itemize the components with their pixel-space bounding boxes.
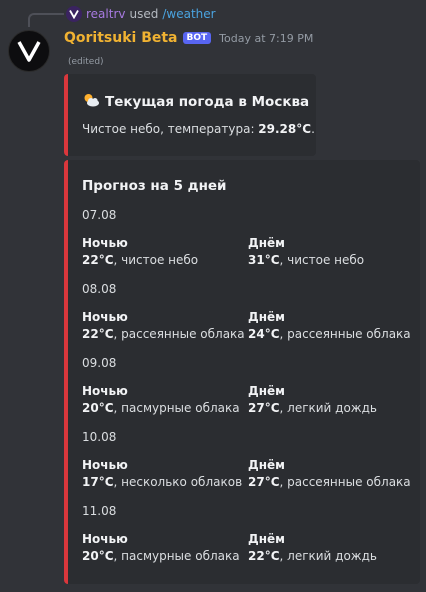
reply-user-avatar[interactable] bbox=[66, 6, 82, 22]
night-temp: 20°C bbox=[82, 549, 114, 563]
forecast-date: 09.08 bbox=[82, 356, 117, 370]
forecast-date: 08.08 bbox=[82, 282, 117, 296]
night-field: Ночью 17°C, несколько облаков bbox=[82, 458, 242, 489]
night-label: Ночью bbox=[82, 236, 128, 250]
night-desc: , чистое небо bbox=[113, 253, 199, 267]
night-label: Ночью bbox=[82, 384, 128, 398]
day-desc: , рассеянные облака bbox=[279, 475, 411, 489]
current-desc-suffix: . bbox=[311, 122, 315, 136]
day-temp: 24°C bbox=[248, 327, 280, 341]
current-temperature: 29.28°C bbox=[258, 122, 312, 136]
day-label: Днём bbox=[248, 532, 285, 546]
night-value: 22°C, чистое небо bbox=[82, 253, 198, 267]
night-desc: , пасмурные облака bbox=[113, 549, 240, 563]
current-weather-description: Чистое небо, температура: 29.28°C. bbox=[82, 122, 315, 136]
night-label: Ночью bbox=[82, 458, 128, 472]
night-desc: , несколько облаков bbox=[113, 475, 243, 489]
day-label: Днём bbox=[248, 458, 285, 472]
night-field: Ночью 22°C, рассеянные облака bbox=[82, 310, 245, 341]
reply-command[interactable]: /weather bbox=[162, 7, 215, 21]
message-header: Qoritsuki Beta BOT Today at 7:19 PM bbox=[64, 30, 313, 46]
day-temp: 27°C bbox=[248, 475, 280, 489]
day-value: 22°C, легкий дождь bbox=[248, 549, 377, 563]
day-field: Днём 22°C, легкий дождь bbox=[248, 532, 377, 563]
forecast-date: 10.08 bbox=[82, 430, 117, 444]
author-name[interactable]: Qoritsuki Beta bbox=[64, 30, 178, 46]
day-desc: , легкий дождь bbox=[279, 549, 377, 563]
night-desc: , пасмурные облака bbox=[113, 401, 240, 415]
forecast-embed: Прогноз на 5 дней 07.08 Ночью 22°C, чист… bbox=[64, 160, 420, 584]
day-temp: 31°C bbox=[248, 253, 280, 267]
night-temp: 22°C bbox=[82, 327, 114, 341]
current-weather-title: Текущая погода в Москва bbox=[82, 92, 309, 112]
current-weather-embed: Текущая погода в Москва Чистое небо, тем… bbox=[64, 74, 316, 156]
forecast-title: Прогноз на 5 дней bbox=[82, 178, 227, 194]
day-desc: , легкий дождь bbox=[279, 401, 377, 415]
night-desc: , рассеянные облака bbox=[113, 327, 245, 341]
reply-context[interactable]: realtrv used /weather bbox=[66, 6, 216, 22]
forecast-date: 11.08 bbox=[82, 504, 117, 518]
reply-connector bbox=[28, 13, 64, 27]
day-desc: , чистое небо bbox=[279, 253, 365, 267]
day-temp: 27°C bbox=[248, 401, 280, 415]
forecast-date: 07.08 bbox=[82, 208, 117, 222]
day-value: 31°C, чистое небо bbox=[248, 253, 364, 267]
current-weather-title-text: Текущая погода в Москва bbox=[105, 94, 310, 110]
day-field: Днём 24°C, рассеянные облака bbox=[248, 310, 411, 341]
night-value: 20°C, пасмурные облака bbox=[82, 401, 240, 415]
day-value: 27°C, легкий дождь bbox=[248, 401, 377, 415]
night-field: Ночью 22°C, чистое небо bbox=[82, 236, 198, 267]
day-value: 27°C, рассеянные облака bbox=[248, 475, 411, 489]
night-field: Ночью 20°C, пасмурные облака bbox=[82, 384, 240, 415]
bot-badge: BOT bbox=[182, 32, 212, 44]
night-temp: 20°C bbox=[82, 401, 114, 415]
bot-avatar[interactable] bbox=[8, 30, 50, 72]
night-label: Ночью bbox=[82, 532, 128, 546]
night-value: 22°C, рассеянные облака bbox=[82, 327, 245, 341]
reply-username[interactable]: realtrv bbox=[86, 7, 125, 21]
message-timestamp[interactable]: Today at 7:19 PM bbox=[219, 32, 313, 45]
day-label: Днём bbox=[248, 310, 285, 324]
sun-behind-cloud-icon bbox=[82, 92, 100, 112]
night-label: Ночью bbox=[82, 310, 128, 324]
day-value: 24°C, рассеянные облака bbox=[248, 327, 411, 341]
edited-label: (edited) bbox=[68, 57, 104, 67]
day-field: Днём 31°C, чистое небо bbox=[248, 236, 364, 267]
reply-used-text: used bbox=[129, 7, 159, 21]
night-temp: 17°C bbox=[82, 475, 114, 489]
night-value: 17°C, несколько облаков bbox=[82, 475, 242, 489]
day-temp: 22°C bbox=[248, 549, 280, 563]
day-desc: , рассеянные облака bbox=[279, 327, 411, 341]
day-label: Днём bbox=[248, 384, 285, 398]
day-field: Днём 27°C, рассеянные облака bbox=[248, 458, 411, 489]
day-label: Днём bbox=[248, 236, 285, 250]
current-desc-text: Чистое небо, температура: bbox=[82, 122, 259, 136]
night-value: 20°C, пасмурные облака bbox=[82, 549, 240, 563]
night-temp: 22°C bbox=[82, 253, 114, 267]
night-field: Ночью 20°C, пасмурные облака bbox=[82, 532, 240, 563]
day-field: Днём 27°C, легкий дождь bbox=[248, 384, 377, 415]
